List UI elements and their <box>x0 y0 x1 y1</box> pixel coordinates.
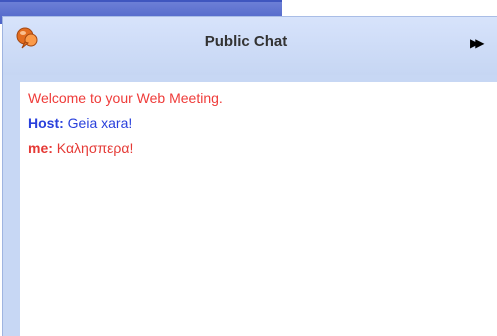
chat-message-list: Welcome to your Web Meeting. Host: Geia … <box>20 82 497 336</box>
collapse-button[interactable]: ▶▶ <box>470 36 494 51</box>
message-text: Geia xara! <box>67 115 133 131</box>
message-text: Καλησπερα! <box>56 140 134 156</box>
window-title: Public Chat <box>204 33 288 50</box>
chat-app: Public Chat ▶▶ Welcome to your Web Meeti… <box>0 0 497 336</box>
message-text: Welcome to your Web Meeting. <box>28 90 223 106</box>
chat-message-host: Host: Geia xara! <box>28 113 132 135</box>
message-sender: Host: <box>28 115 64 131</box>
message-sender: me: <box>28 140 53 156</box>
chat-message-welcome: Welcome to your Web Meeting. <box>28 88 223 110</box>
chat-bubble-icon <box>16 27 38 49</box>
chat-message-me: me: Καλησπερα! <box>28 138 133 160</box>
